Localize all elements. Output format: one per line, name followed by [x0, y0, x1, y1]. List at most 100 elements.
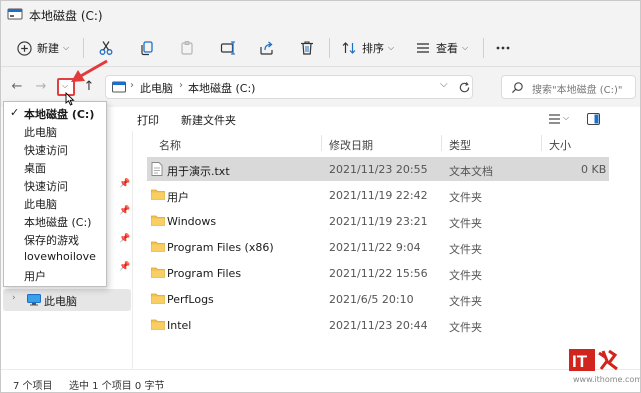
file-type: 文本文档 [449, 165, 493, 178]
file-row[interactable]: 用于演示.txt 2021/11/23 20:55 文本文档 0 KB [147, 157, 609, 181]
search-icon [511, 82, 523, 94]
file-name: PerfLogs [167, 293, 214, 306]
folder-icon [151, 318, 165, 333]
file-row[interactable]: PerfLogs 2021/6/5 20:10 文件夹 [147, 287, 609, 311]
file-row[interactable]: Intel 2021/11/23 20:44 文件夹 [147, 313, 609, 337]
file-list: 名称 修改日期 类型 大小 用于演示.txt 2021/11/23 20:55 文本… [141, 131, 637, 369]
recent-location-label: 此电脑 [24, 198, 57, 211]
recent-location-item[interactable]: 此电脑 [4, 122, 106, 140]
preview-pane-icon[interactable] [587, 113, 600, 125]
text-file-icon [151, 162, 163, 179]
chevron-down-icon[interactable]: ⌵ [563, 113, 569, 123]
folder-icon [151, 266, 165, 281]
recent-location-item[interactable]: 保存的游戏 [4, 230, 106, 248]
file-modified: 2021/11/23 20:44 [329, 319, 428, 332]
divider [321, 135, 322, 151]
file-modified: 2021/11/19 22:42 [329, 189, 428, 202]
sort-icon [342, 42, 356, 54]
recent-location-item[interactable]: lovewhoilove [4, 248, 106, 266]
folder-icon [151, 240, 165, 255]
recent-location-item[interactable]: 快速访问 [4, 176, 106, 194]
breadcrumb-local-disk[interactable]: 本地磁盘 (C:) [188, 80, 255, 96]
back-arrow-icon[interactable]: ← [9, 79, 25, 95]
recent-location-item[interactable]: ✓ 本地磁盘 (C:) [4, 104, 106, 122]
watermark-logo: IT www.ithome.com [569, 347, 640, 390]
cut-icon [99, 41, 113, 55]
sort-button[interactable]: 排序 ⌵ [341, 29, 394, 67]
file-modified: 2021/11/22 9:04 [329, 241, 421, 254]
column-header-modified[interactable]: 修改日期 [329, 137, 373, 153]
refresh-icon[interactable] [458, 81, 471, 94]
column-header-size[interactable]: 大小 [549, 137, 571, 153]
item-count: 7 个项目 [13, 381, 53, 392]
pin-icon: 📌 [119, 262, 131, 272]
file-name: Windows [167, 215, 217, 228]
file-modified: 2021/11/22 15:56 [329, 267, 428, 280]
pin-icon: 📌 [119, 234, 131, 244]
file-name: 用户 [167, 191, 189, 204]
watermark-url: www.ithome.com [573, 375, 641, 384]
file-modified: 2021/11/23 20:55 [329, 163, 428, 176]
rename-icon [220, 41, 235, 55]
folder-icon [151, 292, 165, 307]
new-folder-button[interactable]: 新建文件夹 [181, 112, 236, 128]
file-row[interactable]: Program Files (x86) 2021/11/22 9:04 文件夹 [147, 235, 609, 259]
paste-button[interactable] [179, 29, 195, 67]
folder-icon [151, 214, 165, 229]
file-type: 文件夹 [449, 243, 482, 256]
window-title: 本地磁盘 (C:) [29, 9, 103, 23]
divider [329, 38, 330, 58]
search-box[interactable]: 搜索"本地磁盘 (C:)" [501, 75, 636, 99]
mouse-cursor-icon [65, 92, 75, 106]
view-list-icon [417, 43, 429, 53]
chevron-right-icon[interactable]: › [12, 293, 16, 303]
recent-locations-menu: ✓ 本地磁盘 (C:) 此电脑 快速访问 桌面 快速访问 此电脑 本地磁盘 (C:) 保存的游戏… [3, 101, 107, 287]
file-type: 文件夹 [449, 321, 482, 334]
print-button[interactable]: 打印 [137, 112, 159, 128]
delete-button[interactable] [299, 29, 315, 67]
share-button[interactable] [259, 29, 275, 67]
recent-location-item[interactable]: 此电脑 [4, 194, 106, 212]
forward-arrow-icon[interactable]: → [33, 79, 49, 95]
file-type: 文件夹 [449, 191, 482, 204]
recent-location-item[interactable]: 快速访问 [4, 140, 106, 158]
file-modified: 2021/6/5 20:10 [329, 293, 414, 306]
more-icon [496, 46, 510, 50]
pin-icon: 📌 [119, 179, 131, 189]
file-row[interactable]: Program Files 2021/11/22 15:56 文件夹 [147, 261, 609, 285]
recent-location-label: 桌面 [24, 162, 46, 175]
breadcrumb-this-pc[interactable]: 此电脑 [140, 80, 173, 96]
recent-location-item[interactable]: 用户 [4, 266, 106, 284]
recent-location-label: 本地磁盘 (C:) [24, 216, 92, 229]
drive-icon [7, 8, 23, 20]
file-type: 文件夹 [449, 269, 482, 282]
column-header-type[interactable]: 类型 [449, 137, 471, 153]
paste-icon [181, 40, 193, 55]
folder-icon [151, 188, 165, 203]
recent-location-label: 用户 [24, 270, 46, 283]
recent-location-item[interactable]: 桌面 [4, 158, 106, 176]
address-bar[interactable]: › 此电脑 › 本地磁盘 (C:) ⌵ [105, 75, 473, 99]
more-button[interactable] [495, 29, 511, 67]
divider [441, 135, 442, 151]
rename-button[interactable] [220, 29, 236, 67]
drive-icon [112, 81, 126, 93]
view-button[interactable]: 查看 ⌵ [415, 29, 468, 67]
divider [541, 135, 542, 151]
recent-location-label: 保存的游戏 [24, 234, 79, 247]
new-button-label: 新建 [37, 42, 59, 55]
recent-location-item[interactable]: 本地磁盘 (C:) [4, 212, 106, 230]
recent-location-label: 本地磁盘 (C:) [24, 108, 95, 121]
search-placeholder: 搜索"本地磁盘 (C:)" [532, 85, 623, 96]
details-view-icon[interactable] [548, 113, 561, 125]
copy-button[interactable] [139, 29, 155, 67]
file-name: 用于演示.txt [167, 165, 230, 178]
new-button[interactable]: 新建 ⌵ [17, 29, 69, 67]
file-name: Program Files (x86) [167, 241, 274, 254]
file-row[interactable]: 用户 2021/11/19 22:42 文件夹 [147, 183, 609, 207]
file-name: Program Files [167, 267, 242, 280]
file-row[interactable]: Windows 2021/11/19 23:21 文件夹 [147, 209, 609, 233]
column-header-name[interactable]: 名称 [159, 137, 181, 153]
chevron-down-icon[interactable]: ⌵ [440, 79, 448, 90]
view-button-label: 查看 [436, 42, 458, 55]
